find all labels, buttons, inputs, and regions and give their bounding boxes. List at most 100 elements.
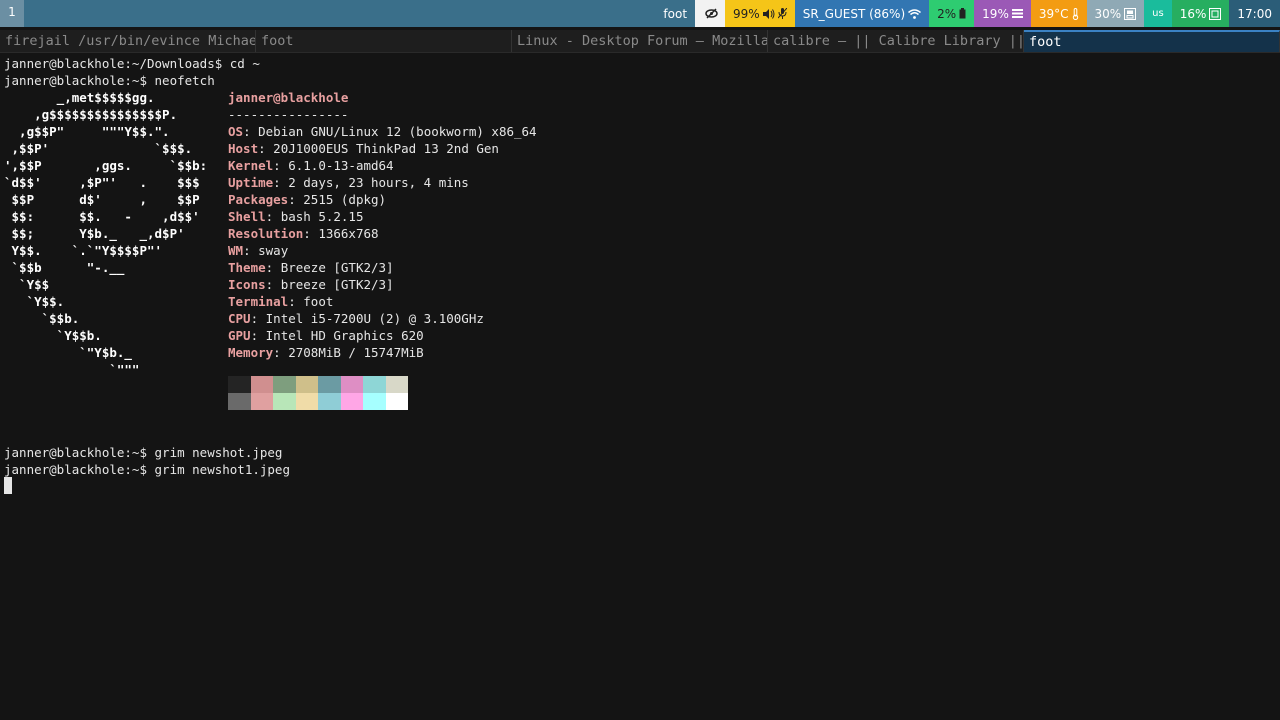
info-key: Kernel: [228, 158, 274, 173]
memory-icon: [1011, 9, 1023, 18]
ascii-line: ',$$P ,ggs. `$$b:: [4, 158, 208, 173]
microphone-muted-icon: [777, 8, 787, 19]
info-value: 6.1.0-13-amd64: [288, 158, 394, 173]
info-key: Host: [228, 141, 259, 156]
info-uptime: Uptime: 2 days, 23 hours, 4 mins: [228, 175, 469, 190]
color-swatch: [295, 393, 318, 410]
color-swatch: [340, 376, 363, 393]
volume-value: 99%: [733, 6, 760, 21]
volume-module[interactable]: 99%: [725, 0, 795, 27]
speaker-icon: [762, 8, 775, 19]
network-value: SR_GUEST (86%): [802, 6, 906, 21]
ascii-line: `Y$$b.: [4, 328, 102, 343]
tab-firefox[interactable]: Linux - Desktop Forum — Mozilla F: [512, 30, 768, 52]
terminal-line: janner@blackhole:~$ neofetch: [4, 73, 215, 88]
ascii-line: `$$b.: [4, 311, 80, 326]
clock-module[interactable]: 17:00: [1229, 0, 1280, 27]
info-value: 20J1000EUS ThinkPad 13 2nd Gen: [273, 141, 499, 156]
info-key: Packages: [228, 192, 289, 207]
info-shell: Shell: bash 5.2.15: [228, 209, 364, 224]
ascii-line: $$; Y$b._ _,d$P': [4, 226, 185, 241]
workspace-button-1[interactable]: 1: [0, 0, 24, 27]
window-tab-bar: firejail /usr/bin/evince Michael foot Li…: [0, 30, 1280, 53]
info-key: GPU: [228, 328, 251, 343]
info-gpu: GPU: Intel HD Graphics 620: [228, 328, 424, 343]
idle-inhibitor-module[interactable]: [695, 0, 726, 27]
color-swatch: [295, 376, 318, 393]
battery-module[interactable]: 2%: [929, 0, 975, 27]
info-value: 1366x768: [318, 226, 379, 241]
terminal-line: janner@blackhole:~$ grim newshot.jpeg: [4, 445, 283, 460]
info-value: 2 days, 23 hours, 4 mins: [288, 175, 469, 190]
neofetch-separator: ----------------: [228, 107, 349, 122]
info-value: 2708MiB / 15747MiB: [288, 345, 424, 360]
color-swatch: [363, 376, 386, 393]
temperature-module[interactable]: 39°C: [1030, 0, 1087, 27]
info-icons: Icons: breeze [GTK2/3]: [228, 277, 394, 292]
terminal-area[interactable]: janner@blackhole:~/Downloads$ cd ~ janne…: [0, 55, 1280, 720]
network-module[interactable]: SR_GUEST (86%): [794, 0, 930, 27]
ascii-line: `$$b "-.__: [4, 260, 125, 275]
color-palette: [228, 376, 408, 410]
color-swatch: [250, 376, 273, 393]
disk-icon: [1124, 7, 1137, 20]
color-swatch: [340, 393, 363, 410]
tab-foot-active[interactable]: foot: [1024, 30, 1280, 52]
tab-foot-1[interactable]: foot: [256, 30, 512, 52]
battery-icon: [959, 8, 966, 19]
battery-value: 2%: [937, 6, 957, 21]
info-value: Intel i5-7200U (2) @ 3.100GHz: [265, 311, 484, 326]
status-bar-spacer: [24, 0, 655, 27]
memory-module[interactable]: 19%: [974, 0, 1031, 27]
wifi-icon: [908, 8, 922, 19]
info-value: sway: [258, 243, 289, 258]
ascii-line: `Y$$.: [4, 294, 65, 309]
info-os: OS: Debian GNU/Linux 12 (bookworm) x86_6…: [228, 124, 537, 139]
info-value: Intel HD Graphics 620: [265, 328, 424, 343]
keyboard-layout-module[interactable]: us: [1144, 0, 1172, 27]
info-key: Uptime: [228, 175, 274, 190]
info-cpu: CPU: Intel i5-7200U (2) @ 3.100GHz: [228, 311, 484, 326]
info-theme: Theme: Breeze [GTK2/3]: [228, 260, 394, 275]
info-kernel: Kernel: 6.1.0-13-amd64: [228, 158, 394, 173]
eye-slash-icon: [705, 8, 718, 19]
ascii-line: ,g$$$$$$$$$$$$$$$P.: [4, 107, 178, 122]
info-key: Memory: [228, 345, 274, 360]
color-swatch: [250, 393, 273, 410]
tab-evince[interactable]: firejail /usr/bin/evince Michael: [0, 30, 256, 52]
info-value: bash 5.2.15: [280, 209, 364, 224]
color-swatch: [385, 393, 408, 410]
info-key: OS: [228, 124, 244, 139]
info-key: Icons: [228, 277, 266, 292]
info-value: breeze [GTK2/3]: [280, 277, 394, 292]
info-value: Debian GNU/Linux 12 (bookworm) x86_64: [258, 124, 537, 139]
info-key: Shell: [228, 209, 266, 224]
cpu-value: 16%: [1179, 6, 1207, 21]
info-key: CPU: [228, 311, 251, 326]
thermometer-icon: [1072, 7, 1078, 20]
info-host: Host: 20J1000EUS ThinkPad 13 2nd Gen: [228, 141, 499, 156]
ascii-line: ,$$P' `$$$.: [4, 141, 193, 156]
info-packages: Packages: 2515 (dpkg): [228, 192, 387, 207]
terminal-line: janner@blackhole:~/Downloads$ cd ~: [4, 56, 260, 71]
cpu-icon: [1209, 7, 1222, 20]
color-swatch: [228, 376, 251, 393]
memory-value: 19%: [982, 6, 1009, 21]
info-resolution: Resolution: 1366x768: [228, 226, 379, 241]
info-key: Theme: [228, 260, 266, 275]
info-memory: Memory: 2708MiB / 15747MiB: [228, 345, 424, 360]
color-swatch: [228, 393, 251, 410]
cpu-module[interactable]: 16%: [1171, 0, 1230, 27]
neofetch-userhost: janner@blackhole: [228, 90, 349, 105]
temperature-value: 39°C: [1038, 6, 1069, 21]
ascii-line: `"Y$b._: [4, 345, 132, 360]
ascii-line: `d$$' ,$P"' . $$$: [4, 175, 200, 190]
ascii-line: `""": [4, 362, 140, 377]
disk-module[interactable]: 30%: [1086, 0, 1145, 27]
info-key: WM: [228, 243, 244, 258]
tab-calibre[interactable]: calibre — || Calibre Library ||: [768, 30, 1024, 52]
status-bar: 1 foot 99% SR_GUEST (86%) 2% 19% 39°C 30…: [0, 0, 1280, 27]
disk-value: 30%: [1094, 6, 1122, 21]
info-value: Breeze [GTK2/3]: [280, 260, 394, 275]
color-swatch: [318, 376, 341, 393]
